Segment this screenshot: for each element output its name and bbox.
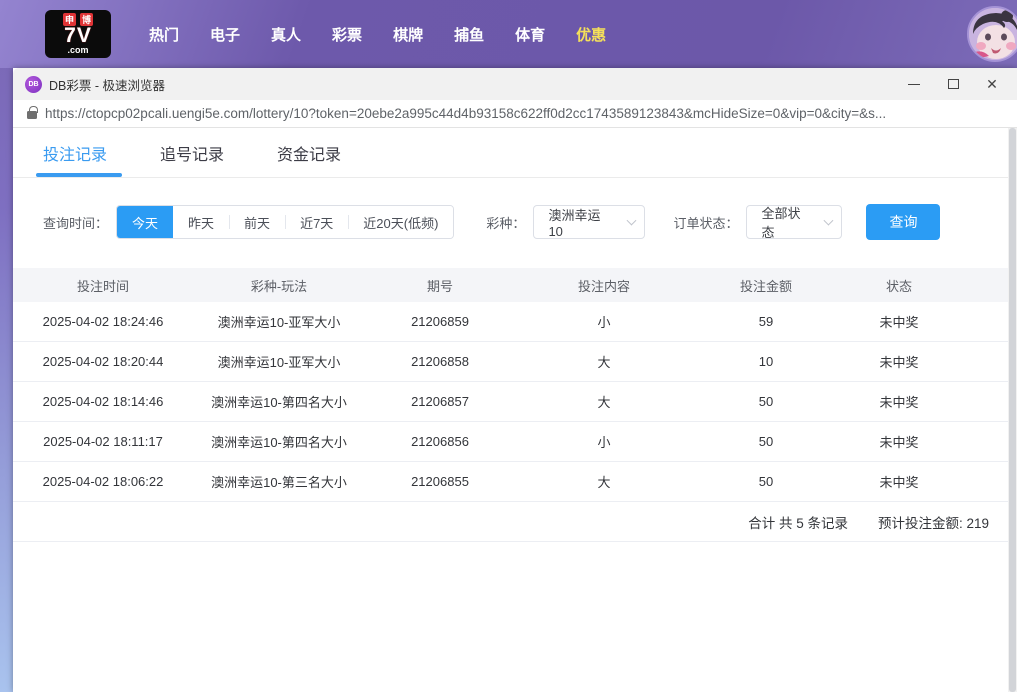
cell-bet-content: 小 xyxy=(515,432,693,451)
nav-item-fishing[interactable]: 捕鱼 xyxy=(454,24,484,45)
table-row: 2025-04-02 18:11:17 澳洲幸运10-第四名大小 2120685… xyxy=(13,422,1009,462)
ssl-lock-icon xyxy=(27,111,37,119)
cell-bet-time: 2025-04-02 18:14:46 xyxy=(13,394,193,409)
chevron-down-icon xyxy=(823,215,833,225)
filter-bar: 查询时间： 今天 昨天 前天 近7天 近20天(低频) 彩种： 澳洲幸运10 订… xyxy=(13,205,1017,239)
time-range-group: 今天 昨天 前天 近7天 近20天(低频) xyxy=(116,205,454,239)
table-row: 2025-04-02 18:24:46 澳洲幸运10-亚军大小 21206859… xyxy=(13,302,1009,342)
user-avatar[interactable] xyxy=(967,6,1017,62)
time-option-7days[interactable]: 近7天 xyxy=(285,206,348,238)
logo-main-text: 7V xyxy=(64,26,92,46)
nav-item-lottery[interactable]: 彩票 xyxy=(332,24,362,45)
cell-status: 未中奖 xyxy=(839,472,959,491)
col-bet-time: 投注时间 xyxy=(13,276,193,295)
url-bar[interactable]: https://ctopcp02pcali.uengi5e.com/lotter… xyxy=(13,100,1017,128)
logo-suffix-text: .com xyxy=(67,46,88,54)
lottery-type-value: 澳洲幸运10 xyxy=(548,205,613,239)
nav-menu: 热门 电子 真人 彩票 棋牌 捕鱼 体育 优惠 xyxy=(149,24,606,45)
close-button[interactable]: ✕ xyxy=(985,77,999,91)
table-summary-row: 合计 共 5 条记录 预计投注金额: 219 有效投注 xyxy=(13,502,1017,542)
cell-bet-time: 2025-04-02 18:11:17 xyxy=(13,434,193,449)
cell-lottery-play: 澳洲幸运10-第四名大小 xyxy=(193,432,365,451)
nav-item-live[interactable]: 真人 xyxy=(271,24,301,45)
browser-titlebar[interactable]: DB DB彩票 - 极速浏览器 ✕ xyxy=(13,68,1017,100)
summary-estimated-amount: 预计投注金额: 219 xyxy=(878,512,989,532)
avatar-cartoon-face xyxy=(969,8,1017,60)
col-bet-content: 投注内容 xyxy=(515,276,693,295)
maximize-button[interactable] xyxy=(946,77,960,91)
cell-lottery-play: 澳洲幸运10-亚军大小 xyxy=(193,352,365,371)
url-text[interactable]: https://ctopcp02pcali.uengi5e.com/lotter… xyxy=(45,106,886,121)
cell-status: 未中奖 xyxy=(839,352,959,371)
nav-item-slots[interactable]: 电子 xyxy=(210,24,240,45)
nav-item-promo[interactable]: 优惠 xyxy=(576,24,606,45)
cell-status: 未中奖 xyxy=(839,432,959,451)
summary-total-records: 合计 共 5 条记录 xyxy=(748,512,848,532)
table-row: 2025-04-02 18:06:22 澳洲幸运10-第三名大小 2120685… xyxy=(13,462,1009,502)
browser-window: DB DB彩票 - 极速浏览器 ✕ https://ctopcp02pcali.… xyxy=(13,68,1017,692)
vertical-scrollbar[interactable] xyxy=(1008,128,1017,692)
cell-bet-time: 2025-04-02 18:06:22 xyxy=(13,474,193,489)
time-option-20days[interactable]: 近20天(低频) xyxy=(348,206,453,238)
site-logo[interactable]: 申 博 7V .com xyxy=(45,10,111,58)
tab-bet-records[interactable]: 投注记录 xyxy=(43,141,107,165)
active-tab-underline xyxy=(36,173,122,177)
col-status: 状态 xyxy=(839,276,959,295)
cell-bet-content: 小 xyxy=(515,312,693,331)
table-header-row: 投注时间 彩种-玩法 期号 投注内容 投注金额 状态 xyxy=(13,268,1009,302)
favicon-db-icon: DB xyxy=(25,76,42,93)
bet-records-table: 投注时间 彩种-玩法 期号 投注内容 投注金额 状态 2025-04-02 18… xyxy=(13,268,1009,542)
nav-item-sports[interactable]: 体育 xyxy=(515,24,545,45)
cell-bet-content: 大 xyxy=(515,352,693,371)
time-option-today[interactable]: 今天 xyxy=(117,206,173,238)
cell-lottery-play: 澳洲幸运10-第四名大小 xyxy=(193,392,365,411)
query-time-label: 查询时间： xyxy=(43,213,108,232)
time-option-yesterday[interactable]: 昨天 xyxy=(173,206,229,238)
tab-fund-records[interactable]: 资金记录 xyxy=(277,141,341,165)
cell-issue: 21206855 xyxy=(365,474,515,489)
order-status-value: 全部状态 xyxy=(761,203,810,241)
cell-bet-amount: 10 xyxy=(693,354,839,369)
table-row: 2025-04-02 18:20:44 澳洲幸运10-亚军大小 21206858… xyxy=(13,342,1009,382)
order-status-label: 订单状态： xyxy=(673,213,738,232)
cell-issue: 21206858 xyxy=(365,354,515,369)
order-status-select[interactable]: 全部状态 xyxy=(746,205,842,239)
cell-bet-amount: 50 xyxy=(693,394,839,409)
cell-issue: 21206857 xyxy=(365,394,515,409)
nav-item-cards[interactable]: 棋牌 xyxy=(393,24,423,45)
lottery-type-select[interactable]: 澳洲幸运10 xyxy=(533,205,645,239)
time-option-daybefore[interactable]: 前天 xyxy=(229,206,285,238)
maximize-icon xyxy=(948,79,959,89)
minimize-icon xyxy=(908,84,920,85)
cell-bet-time: 2025-04-02 18:20:44 xyxy=(13,354,193,369)
record-tabs: 投注记录 追号记录 资金记录 xyxy=(13,128,1017,178)
cell-lottery-play: 澳洲幸运10-亚军大小 xyxy=(193,312,365,331)
tab-chase-records[interactable]: 追号记录 xyxy=(160,141,224,165)
cell-bet-content: 大 xyxy=(515,392,693,411)
cell-bet-amount: 50 xyxy=(693,474,839,489)
cell-status: 未中奖 xyxy=(839,392,959,411)
cell-issue: 21206859 xyxy=(365,314,515,329)
window-title: DB彩票 - 极速浏览器 xyxy=(49,75,165,94)
minimize-button[interactable] xyxy=(907,77,921,91)
cell-bet-amount: 50 xyxy=(693,434,839,449)
page-content: 投注记录 追号记录 资金记录 查询时间： 今天 昨天 前天 近7天 近20天(低… xyxy=(13,128,1017,692)
cell-status: 未中奖 xyxy=(839,312,959,331)
close-icon: ✕ xyxy=(986,77,998,91)
col-lottery-play: 彩种-玩法 xyxy=(193,276,365,295)
col-bet-amount: 投注金额 xyxy=(693,276,839,295)
cell-bet-amount: 59 xyxy=(693,314,839,329)
lottery-type-label: 彩种： xyxy=(486,213,525,232)
cell-bet-content: 大 xyxy=(515,472,693,491)
query-button[interactable]: 查询 xyxy=(866,204,940,240)
col-issue: 期号 xyxy=(365,276,515,295)
table-row: 2025-04-02 18:14:46 澳洲幸运10-第四名大小 2120685… xyxy=(13,382,1009,422)
cell-bet-time: 2025-04-02 18:24:46 xyxy=(13,314,193,329)
nav-item-hot[interactable]: 热门 xyxy=(149,24,179,45)
cell-issue: 21206856 xyxy=(365,434,515,449)
top-navbar: 申 博 7V .com 热门 电子 真人 彩票 棋牌 捕鱼 体育 优惠 xyxy=(0,0,1017,68)
scrollbar-thumb[interactable] xyxy=(1009,128,1016,692)
chevron-down-icon xyxy=(626,215,636,225)
cell-lottery-play: 澳洲幸运10-第三名大小 xyxy=(193,472,365,491)
